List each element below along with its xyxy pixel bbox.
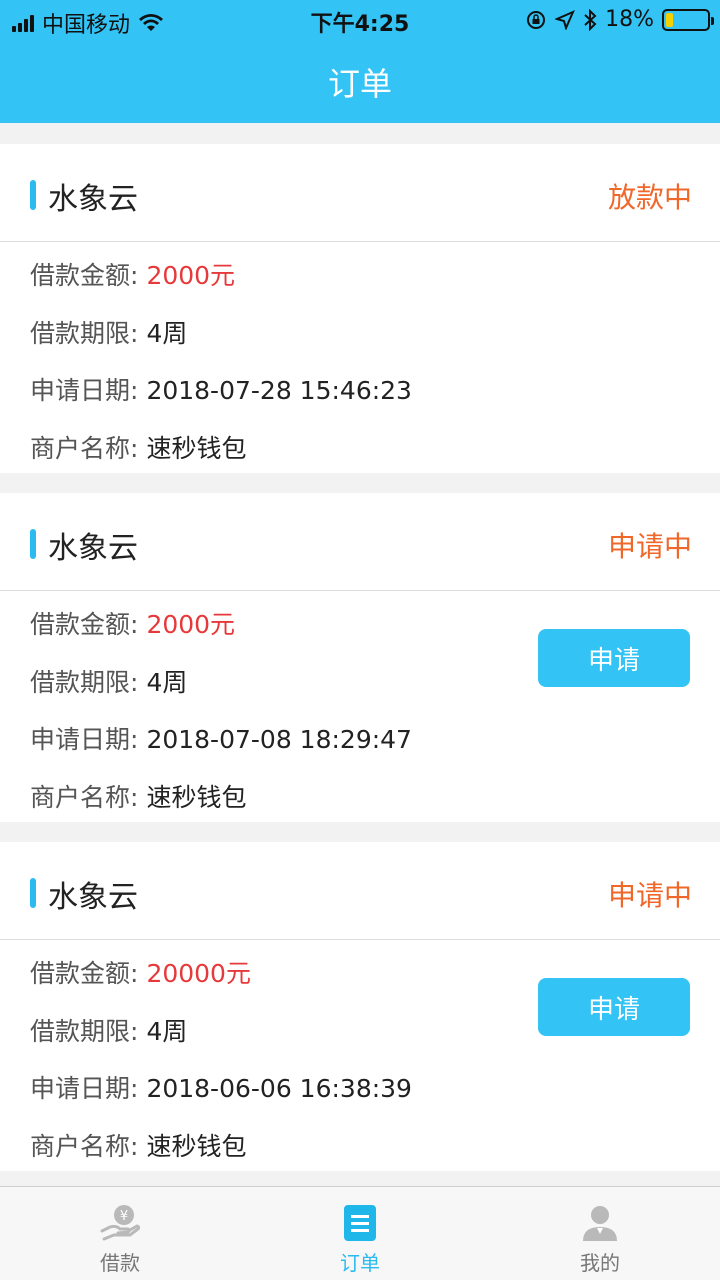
location-icon bbox=[555, 9, 576, 30]
page-title: 订单 bbox=[327, 64, 392, 103]
merchant-value: 速秒钱包 bbox=[146, 783, 247, 812]
order-product-name: 水象云 bbox=[48, 880, 138, 915]
accent-bar bbox=[30, 878, 36, 908]
apply-date-value: 2018-07-08 18:29:47 bbox=[146, 725, 412, 754]
loan-amount-row: 借款金额: 2000元 bbox=[30, 605, 235, 641]
status-right: 18% bbox=[525, 7, 714, 32]
tab-label: 借款 bbox=[100, 1251, 140, 1275]
loan-term-row: 借款期限: 4周 bbox=[30, 663, 187, 699]
order-card[interactable]: 水象云 申请中 借款金额: 20000元 借款期限: 4周 申请日期: 2018-06… bbox=[0, 842, 720, 1171]
tab-bar: ¥ 借款 订单 我的 bbox=[0, 1186, 720, 1280]
loan-term-value: 4周 bbox=[146, 319, 188, 348]
apply-date-value: 2018-07-28 15:46:23 bbox=[146, 376, 412, 405]
order-card-header: 水象云 放款中 bbox=[0, 144, 720, 242]
battery-percent: 18% bbox=[605, 7, 654, 32]
tab-label: 订单 bbox=[340, 1251, 380, 1275]
merchant-value: 速秒钱包 bbox=[146, 1132, 247, 1161]
apply-date-value: 2018-06-06 16:38:39 bbox=[146, 1074, 412, 1103]
merchant-label: 商户名称: bbox=[30, 1132, 139, 1161]
loan-amount-label: 借款金额: bbox=[30, 261, 139, 290]
loan-amount-value: 2000元 bbox=[146, 261, 236, 290]
loan-icon: ¥ bbox=[100, 1203, 140, 1243]
loan-amount-value: 20000元 bbox=[146, 959, 251, 988]
status-bar: 中国移动 下午4:25 18% bbox=[0, 0, 720, 40]
merchant-row: 商户名称: 速秒钱包 bbox=[30, 1127, 246, 1163]
order-product-name: 水象云 bbox=[48, 531, 138, 566]
loan-term-label: 借款期限: bbox=[30, 668, 139, 697]
merchant-label: 商户名称: bbox=[30, 783, 139, 812]
loan-term-label: 借款期限: bbox=[30, 319, 139, 348]
apply-button[interactable]: 申请 bbox=[538, 978, 690, 1036]
order-card[interactable]: 水象云 放款中 借款金额: 2000元 借款期限: 4周 申请日期: 2018-07-… bbox=[0, 144, 720, 473]
apply-button[interactable]: 申请 bbox=[538, 629, 690, 687]
loan-amount-row: 借款金额: 2000元 bbox=[30, 256, 235, 292]
order-product-name: 水象云 bbox=[48, 182, 138, 217]
user-icon bbox=[580, 1203, 620, 1243]
loan-term-row: 借款期限: 4周 bbox=[30, 314, 187, 350]
order-card-header: 水象云 申请中 bbox=[0, 842, 720, 940]
bluetooth-icon bbox=[584, 8, 597, 31]
merchant-value: 速秒钱包 bbox=[146, 434, 247, 463]
loan-term-row: 借款期限: 4周 bbox=[30, 1012, 187, 1048]
apply-date-row: 申请日期: 2018-07-28 15:46:23 bbox=[30, 371, 412, 407]
loan-amount-label: 借款金额: bbox=[30, 610, 139, 639]
order-status: 申请中 bbox=[607, 530, 692, 563]
apply-date-row: 申请日期: 2018-07-08 18:29:47 bbox=[30, 720, 412, 756]
merchant-row: 商户名称: 速秒钱包 bbox=[30, 778, 246, 814]
svg-text:¥: ¥ bbox=[120, 1209, 128, 1224]
apply-date-row: 申请日期: 2018-06-06 16:38:39 bbox=[30, 1069, 412, 1105]
loan-amount-value: 2000元 bbox=[146, 610, 236, 639]
loan-amount-row: 借款金额: 20000元 bbox=[30, 954, 251, 990]
rotation-lock-icon bbox=[527, 10, 546, 29]
loan-amount-label: 借款金额: bbox=[30, 959, 139, 988]
order-card-header: 水象云 申请中 bbox=[0, 493, 720, 591]
battery-icon bbox=[662, 8, 714, 31]
tab-loan[interactable]: ¥ 借款 bbox=[0, 1187, 240, 1280]
merchant-label: 商户名称: bbox=[30, 434, 139, 463]
order-status: 放款中 bbox=[607, 181, 692, 214]
apply-date-label: 申请日期: bbox=[30, 725, 139, 754]
apply-date-label: 申请日期: bbox=[30, 376, 139, 405]
nav-bar: 订单 bbox=[0, 40, 720, 123]
order-list-icon bbox=[340, 1203, 380, 1243]
loan-term-label: 借款期限: bbox=[30, 1017, 139, 1046]
tab-label: 我的 bbox=[580, 1251, 620, 1275]
loan-term-value: 4周 bbox=[146, 668, 188, 697]
apply-date-label: 申请日期: bbox=[30, 1074, 139, 1103]
accent-bar bbox=[30, 180, 36, 210]
accent-bar bbox=[30, 529, 36, 559]
tab-mine[interactable]: 我的 bbox=[480, 1187, 720, 1280]
order-status: 申请中 bbox=[607, 879, 692, 912]
merchant-row: 商户名称: 速秒钱包 bbox=[30, 429, 246, 465]
tab-orders[interactable]: 订单 bbox=[240, 1187, 480, 1280]
loan-term-value: 4周 bbox=[146, 1017, 188, 1046]
order-card[interactable]: 水象云 申请中 借款金额: 2000元 借款期限: 4周 申请日期: 2018-07-… bbox=[0, 493, 720, 822]
